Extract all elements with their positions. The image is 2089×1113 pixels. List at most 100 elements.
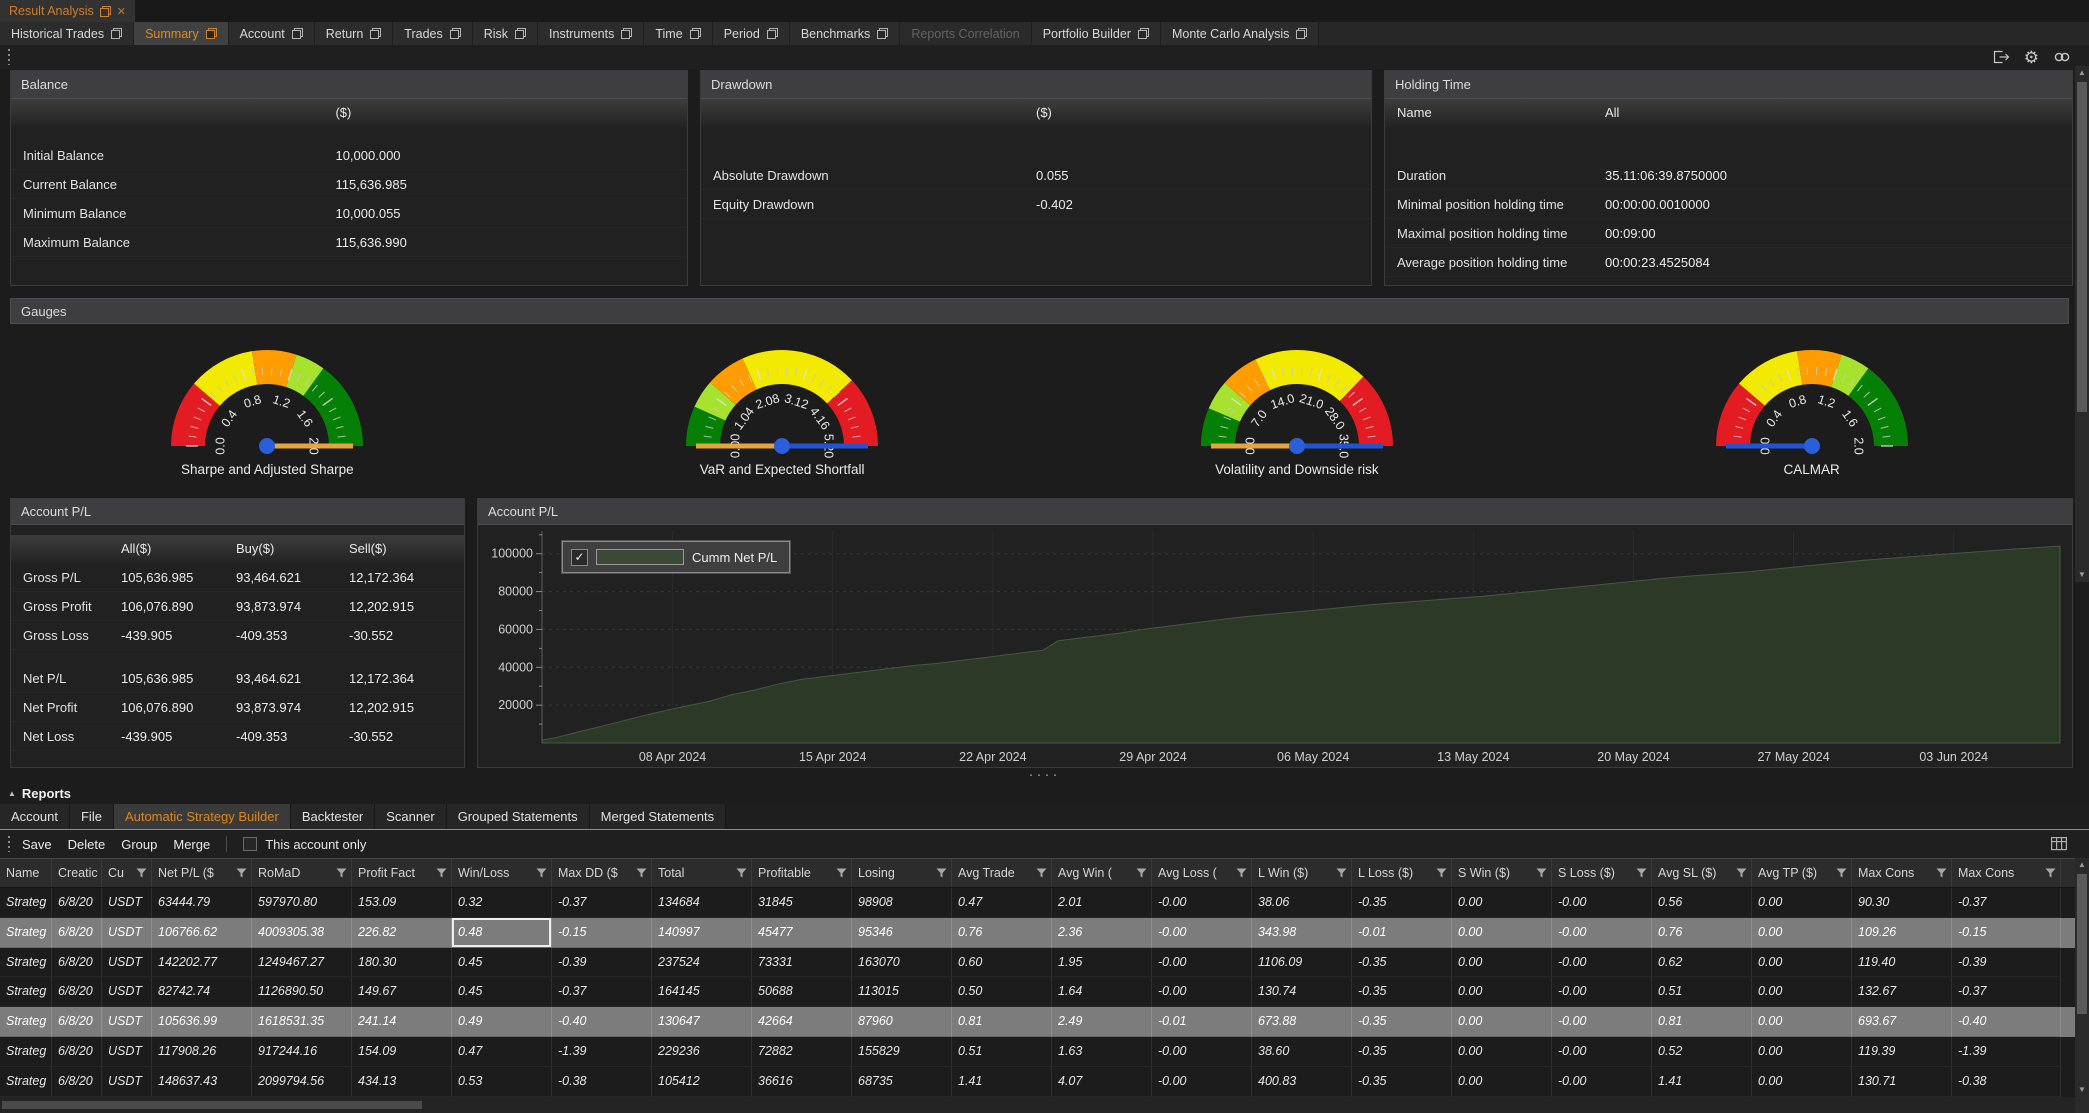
cell[interactable]: 226.82	[352, 918, 452, 948]
scrollbar-thumb[interactable]	[2, 1101, 422, 1109]
reports-table-header-avg-tp-19[interactable]: Avg TP ($)	[1752, 859, 1852, 887]
scrollbar-thumb[interactable]	[2077, 874, 2087, 1014]
delete-button[interactable]: Delete	[68, 837, 106, 852]
cell[interactable]: -0.38	[1952, 1067, 2061, 1097]
cell[interactable]: 6/8/20	[52, 918, 102, 948]
cell[interactable]: USDT	[102, 1037, 152, 1067]
reports-tab-automatic-strategy-builder[interactable]: Automatic Strategy Builder	[114, 804, 291, 829]
cell[interactable]: 117908.26	[152, 1037, 252, 1067]
toolbar-drag-handle[interactable]	[8, 49, 13, 65]
cell[interactable]: 693.67	[1852, 1007, 1952, 1037]
filter-funnel-icon[interactable]	[936, 868, 947, 878]
reports-tab-merged-statements[interactable]: Merged Statements	[590, 804, 726, 829]
reports-table-header-win-loss-6[interactable]: Win/Loss	[452, 859, 552, 887]
filter-funnel-icon[interactable]	[1936, 868, 1947, 878]
filter-funnel-icon[interactable]	[536, 868, 547, 878]
cell[interactable]: 0.00	[1452, 888, 1552, 918]
cell[interactable]: Strateg	[0, 977, 52, 1007]
cell[interactable]: 1618531.35	[252, 1007, 352, 1037]
reports-table-header-l-win-14[interactable]: L Win ($)	[1252, 859, 1352, 887]
cell[interactable]: 434.13	[352, 1067, 452, 1097]
cell[interactable]: 68735	[852, 1067, 952, 1097]
cell[interactable]: 31845	[752, 888, 852, 918]
reports-table-header-max-cons-21[interactable]: Max Cons	[1952, 859, 2061, 887]
cell[interactable]: 163070	[852, 948, 952, 978]
cell[interactable]: USDT	[102, 1007, 152, 1037]
cell[interactable]: 1.64	[1052, 977, 1152, 1007]
tab-portfolio-builder[interactable]: Portfolio Builder	[1032, 22, 1161, 45]
cell[interactable]: 38.06	[1252, 888, 1352, 918]
scrollbar-thumb[interactable]	[2077, 82, 2087, 412]
cell[interactable]: 597970.80	[252, 888, 352, 918]
cell[interactable]: USDT	[102, 948, 152, 978]
filter-funnel-icon[interactable]	[1236, 868, 1247, 878]
cell[interactable]: -0.00	[1552, 918, 1652, 948]
cell[interactable]: Strateg	[0, 1037, 52, 1067]
cell[interactable]: USDT	[102, 977, 152, 1007]
cell[interactable]: 153.09	[352, 888, 452, 918]
cell[interactable]: 164145	[652, 977, 752, 1007]
cell[interactable]: 0.51	[952, 1037, 1052, 1067]
cell[interactable]: -0.01	[1352, 918, 1452, 948]
cell[interactable]: 0.00	[1452, 1067, 1552, 1097]
merge-button[interactable]: Merge	[173, 837, 210, 852]
reports-tab-scanner[interactable]: Scanner	[375, 804, 446, 829]
cell[interactable]: 6/8/20	[52, 1037, 102, 1067]
cell[interactable]: 130.74	[1252, 977, 1352, 1007]
cell[interactable]: 73331	[752, 948, 852, 978]
cell[interactable]: 0.51	[1652, 977, 1752, 1007]
cell[interactable]: 237524	[652, 948, 752, 978]
cell[interactable]: 90.30	[1852, 888, 1952, 918]
cell[interactable]: 98908	[852, 888, 952, 918]
cell[interactable]: 6/8/20	[52, 1007, 102, 1037]
cell[interactable]: -0.35	[1352, 1067, 1452, 1097]
cell[interactable]: 917244.16	[252, 1037, 352, 1067]
cell[interactable]: 0.00	[1752, 1007, 1852, 1037]
cell[interactable]: 0.00	[1452, 977, 1552, 1007]
cell[interactable]: -0.00	[1152, 918, 1252, 948]
cell[interactable]: 0.45	[452, 948, 552, 978]
reports-tab-account[interactable]: Account	[0, 804, 70, 829]
filter-funnel-icon[interactable]	[236, 868, 247, 878]
cell[interactable]: 4.07	[1052, 1067, 1152, 1097]
cell[interactable]: -0.00	[1152, 888, 1252, 918]
cell[interactable]: 1.95	[1052, 948, 1152, 978]
tab-account[interactable]: Account	[229, 22, 315, 45]
cell[interactable]: -0.35	[1352, 888, 1452, 918]
main-vertical-scrollbar[interactable]: ▲ ▼	[2075, 66, 2089, 582]
cell[interactable]: 0.62	[1652, 948, 1752, 978]
cell[interactable]: 82742.74	[152, 977, 252, 1007]
cell[interactable]: 36616	[752, 1067, 852, 1097]
cell[interactable]: -0.00	[1552, 977, 1652, 1007]
cell[interactable]: USDT	[102, 888, 152, 918]
cell[interactable]: 45477	[752, 918, 852, 948]
reports-table-header-max-cons-20[interactable]: Max Cons	[1852, 859, 1952, 887]
reports-tab-grouped-statements[interactable]: Grouped Statements	[447, 804, 590, 829]
cell[interactable]: -1.39	[1952, 1037, 2061, 1067]
cell[interactable]: -0.00	[1552, 1037, 1652, 1067]
cell[interactable]: 130647	[652, 1007, 752, 1037]
reports-table-header-s-loss-17[interactable]: S Loss ($)	[1552, 859, 1652, 887]
tab-historical-trades[interactable]: Historical Trades	[0, 22, 134, 45]
cell[interactable]: Strateg	[0, 1067, 52, 1097]
filter-funnel-icon[interactable]	[1636, 868, 1647, 878]
cell[interactable]: 400.83	[1252, 1067, 1352, 1097]
cell[interactable]: 142202.77	[152, 948, 252, 978]
cell[interactable]: -0.37	[552, 977, 652, 1007]
cell[interactable]: 149.67	[352, 977, 452, 1007]
cell[interactable]: 229236	[652, 1037, 752, 1067]
close-icon[interactable]: ✕	[117, 5, 126, 18]
tab-benchmarks[interactable]: Benchmarks	[790, 22, 900, 45]
reports-table-header-name-0[interactable]: Name	[0, 859, 52, 887]
cell[interactable]: 673.88	[1252, 1007, 1352, 1037]
cell[interactable]: 132.67	[1852, 977, 1952, 1007]
cell[interactable]: 0.00	[1752, 948, 1852, 978]
cell[interactable]: -0.01	[1152, 1007, 1252, 1037]
filter-funnel-icon[interactable]	[1736, 868, 1747, 878]
cell[interactable]: 113015	[852, 977, 952, 1007]
filter-funnel-icon[interactable]	[1036, 868, 1047, 878]
filter-funnel-icon[interactable]	[736, 868, 747, 878]
scroll-down-icon[interactable]: ▼	[2075, 568, 2089, 582]
filter-funnel-icon[interactable]	[1836, 868, 1847, 878]
reports-table-header-avg-sl-18[interactable]: Avg SL ($)	[1652, 859, 1752, 887]
